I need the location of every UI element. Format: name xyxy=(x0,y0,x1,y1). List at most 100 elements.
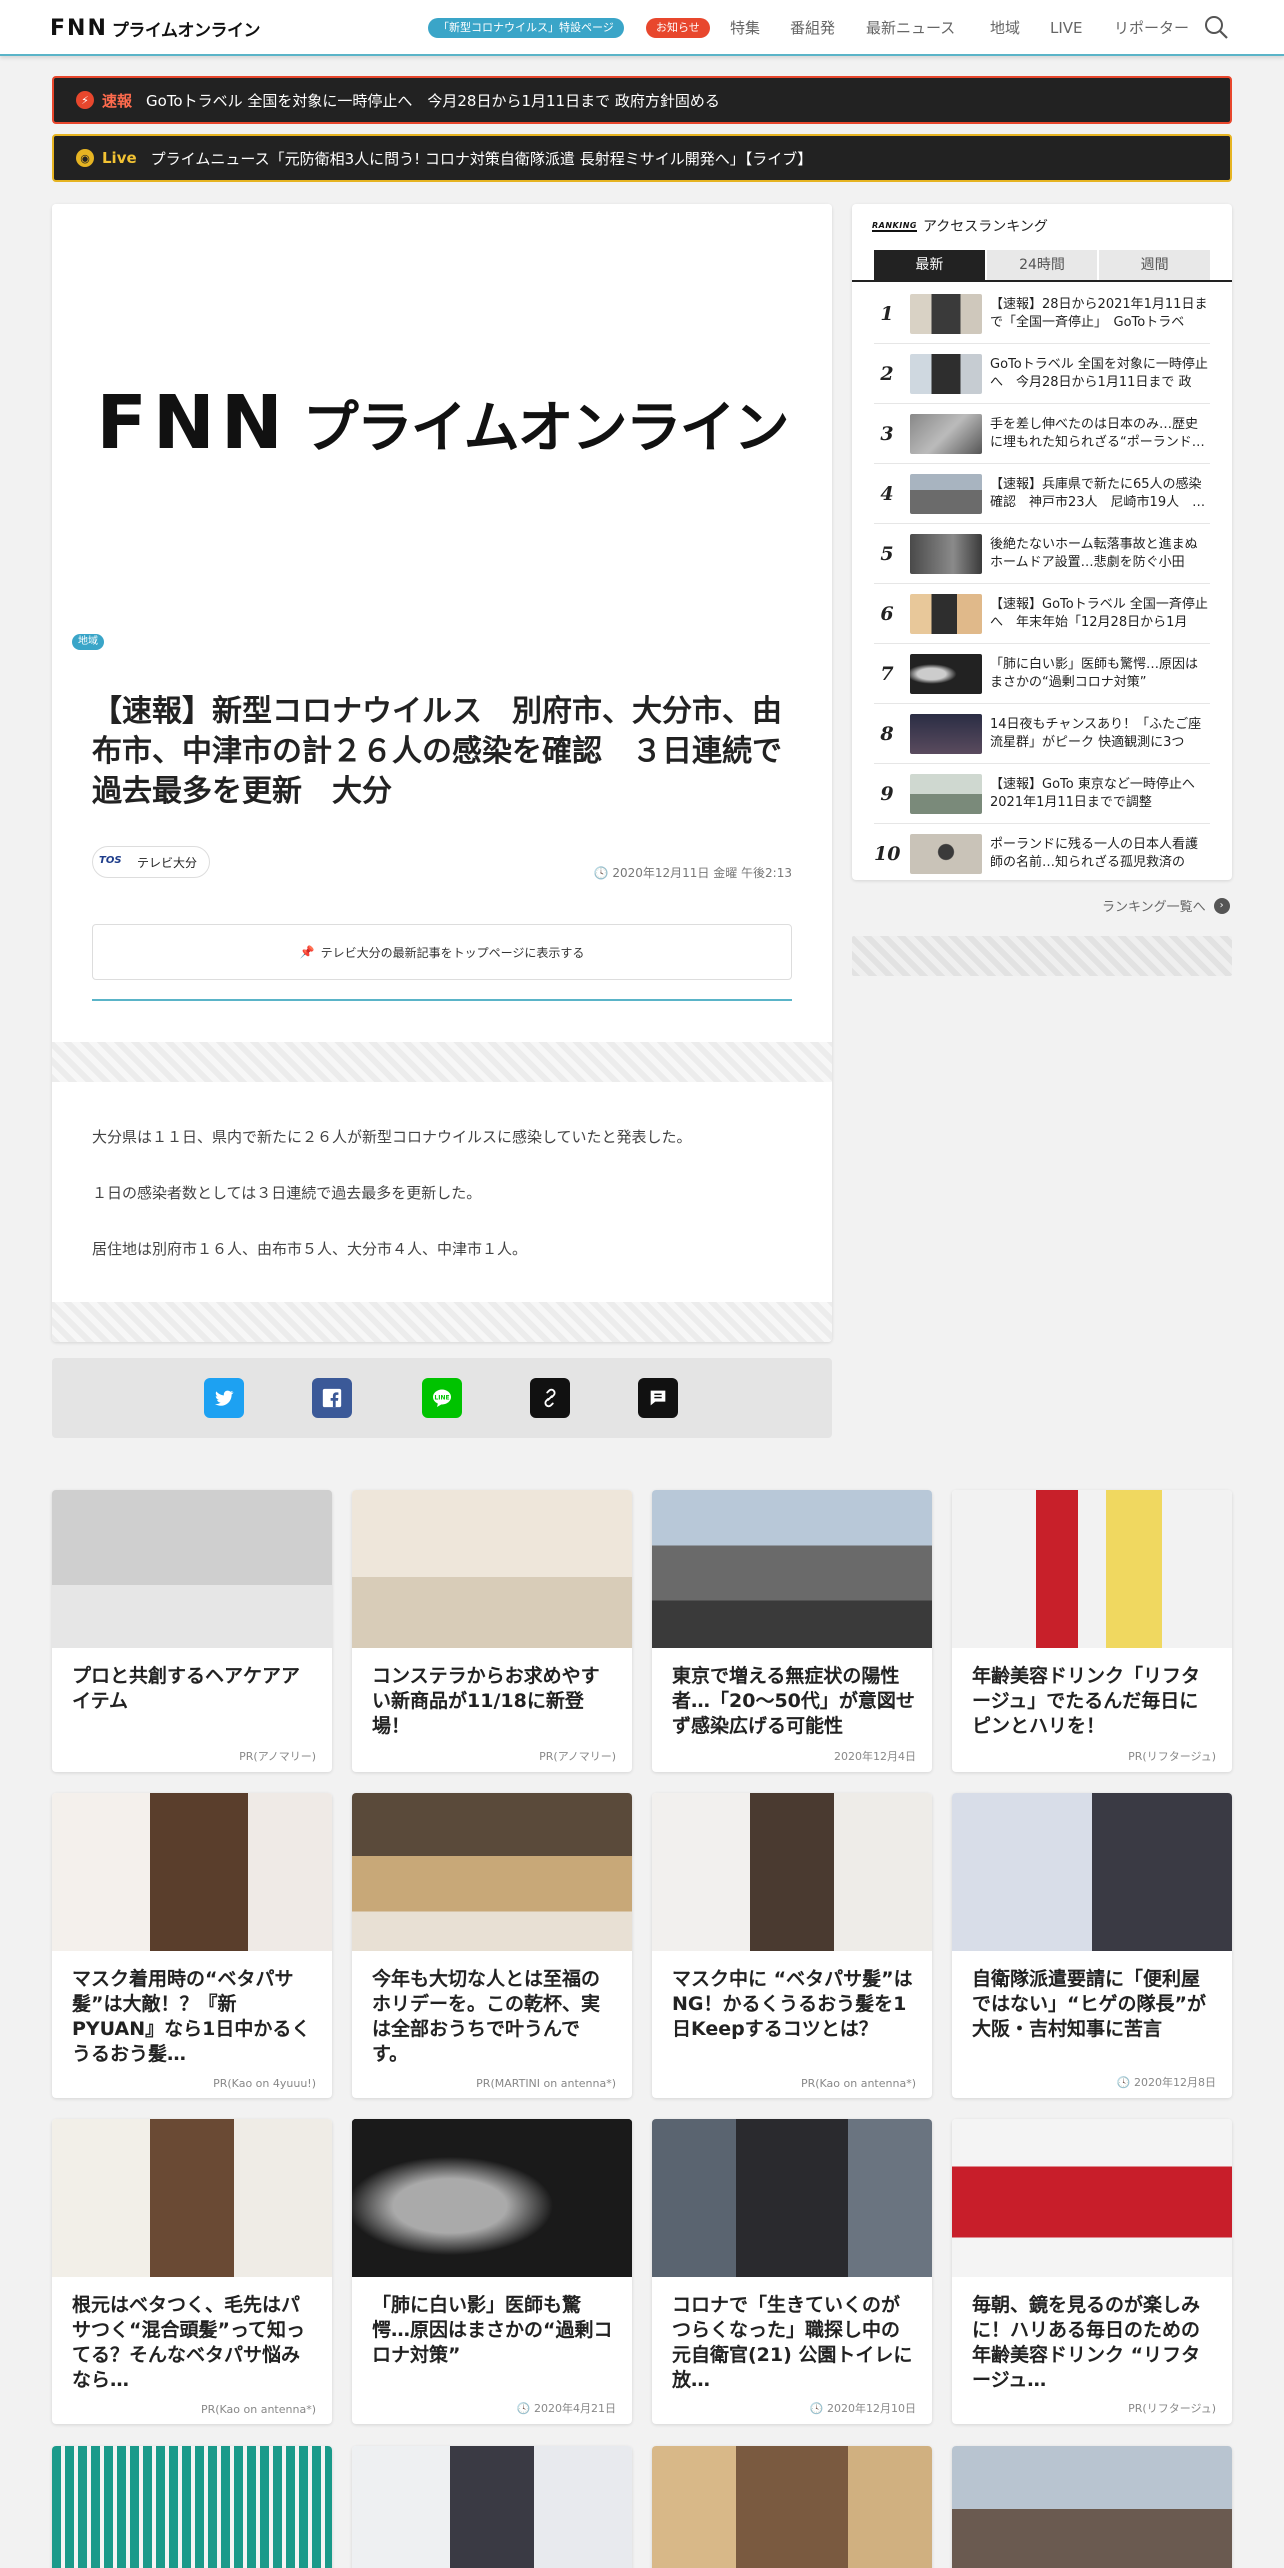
news-card[interactable]: 毎朝、鏡を見るのが楽しみに！ハリある毎日のための年齢美容ドリンク “リフタージュ… xyxy=(952,2119,1232,2424)
live-eye-icon: ◉ xyxy=(76,149,94,167)
ranking-item[interactable]: 3 手を差し伸べたのは日本のみ…歴史に埋もれた知られざる“ポーランド… xyxy=(874,404,1210,464)
rank-number: 9 xyxy=(880,782,894,805)
ranking-item[interactable]: 2 GoToトラベル 全国を対象に一時停止へ 今月28日から1月11日まで 政府… xyxy=(874,344,1210,404)
card-title: 根元はベタつく、毛先はパサつく“混合頭髪”って知ってる？そんなベタパサ悩みなら… xyxy=(72,2294,306,2391)
ranking-thumbnail xyxy=(910,353,982,394)
nav-region[interactable]: 地域 xyxy=(990,18,1020,38)
card-image xyxy=(952,1793,1232,1951)
card-meta: PR(Kao on 4yuuu!) xyxy=(213,2077,316,2090)
news-card[interactable] xyxy=(352,2446,632,2568)
special-page-link[interactable]: 「新型コロナウイルス」特設ページ xyxy=(428,18,624,38)
card-title: コロナで「生きていくのがつらくなった」職探し中の元自衛官(21) 公園トイレに放… xyxy=(672,2294,913,2391)
card-meta: PR(リフタージュ) xyxy=(1128,2402,1216,2415)
breaking-news-bar[interactable]: ⚡ 速報 GoToトラベル 全国を対象に一時停止へ 今月28日から1月11日まで… xyxy=(52,76,1232,124)
twitter-share-button[interactable] xyxy=(204,1378,244,1418)
card-title: マスク着用時の“ベタパサ髪”は大敵！？『新PYUAN』なら1日中かるくうるおう髪… xyxy=(72,1968,311,2065)
news-card[interactable] xyxy=(652,2446,932,2568)
card-meta: PR(Kao on antenna*) xyxy=(200,2403,316,2416)
facebook-icon xyxy=(322,1388,342,1408)
news-card[interactable]: プロと共創するヘアケアアイテム PR(アノマリー) xyxy=(52,1490,332,1772)
chevron-right-icon: › xyxy=(1213,897,1230,914)
news-card[interactable]: コロナで「生きていくのがつらくなった」職探し中の元自衛官(21) 公園トイレに放… xyxy=(652,2119,932,2424)
breaking-label: 速報 xyxy=(102,91,133,110)
news-card[interactable]: 「肺に白い影」医師も驚愕…原因はまさかの“過剰コロナ対策” 🕓 2020年4月2… xyxy=(352,2119,632,2424)
hero-logo-fnn: FNN xyxy=(96,380,289,466)
news-card[interactable]: 自衛隊派遣要請に「便利屋ではない」“ヒゲの隊長”が大阪・吉村知事に苦言 🕓 20… xyxy=(952,1793,1232,2098)
flash-icon: ⚡ xyxy=(76,91,94,109)
line-icon: LINE xyxy=(433,1389,451,1407)
clock-icon: 🕓 xyxy=(809,2402,827,2415)
card-meta: 🕓 2020年12月10日 xyxy=(810,2400,916,2416)
news-card[interactable] xyxy=(52,2446,332,2568)
news-card[interactable]: 根元はベタつく、毛先はパサつく“混合頭髪”って知ってる？そんなベタパサ悩みなら…… xyxy=(52,2119,332,2424)
nav-live[interactable]: LIVE xyxy=(1050,18,1083,38)
ranking-item[interactable]: 6 【速報】GoToトラベル 全国一斉停止へ 年末年始「12月28日から1月11… xyxy=(874,584,1210,644)
copy-link-button[interactable] xyxy=(530,1378,570,1418)
card-image xyxy=(352,2446,632,2568)
share-bar: LINE xyxy=(52,1358,832,1438)
rank-number: 8 xyxy=(880,722,894,745)
hero-logo: FNN プライムオンライン xyxy=(96,380,790,466)
hero-image: FNN プライムオンライン xyxy=(52,204,832,642)
news-card[interactable]: 東京で増える無症状の陽性者…「20～50代」が意図せず感染広げる可能性 2020… xyxy=(652,1490,932,1772)
source-badge[interactable]: TOS テレビ大分 xyxy=(92,846,211,878)
ranking-thumbnail xyxy=(910,653,982,694)
card-meta: 🕓 2020年12月8日 xyxy=(1117,2074,1216,2090)
rank-number: 7 xyxy=(880,662,894,685)
news-card[interactable] xyxy=(952,2446,1232,2568)
card-image xyxy=(652,1793,932,1951)
line-share-button[interactable]: LINE xyxy=(422,1378,462,1418)
live-news-bar[interactable]: ◉ Live プライムニュース「元防衛相3人に問う! コロナ対策自衛隊派遣 長射… xyxy=(52,134,1232,182)
news-card[interactable]: 年齢美容ドリンク「リフタージュ」でたるんだ毎日にピンとハリを！ PR(リフタージ… xyxy=(952,1490,1232,1772)
clock-icon: 🕓 xyxy=(516,2402,534,2415)
nav-latest-news[interactable]: 最新ニュース xyxy=(866,18,955,38)
category-tag[interactable]: 地域 xyxy=(72,634,104,650)
ranking-more-link[interactable]: ランキング一覧へ › xyxy=(1102,896,1230,915)
notice-link[interactable]: お知らせ xyxy=(646,18,710,38)
search-icon[interactable] xyxy=(1203,14,1229,40)
divider xyxy=(92,999,792,1001)
site-logo[interactable]: FNN プライムオンライン xyxy=(50,15,261,41)
card-image xyxy=(652,1490,932,1648)
logo-fnn: FNN xyxy=(50,15,108,41)
nav-reporter[interactable]: リポーター xyxy=(1114,18,1189,38)
comment-button[interactable] xyxy=(638,1378,678,1418)
card-meta: 🕓 2020年4月21日 xyxy=(517,2400,616,2416)
ranking-more-label: ランキング一覧へ xyxy=(1102,900,1206,915)
pin-icon: 📌 xyxy=(299,945,315,959)
ranking-badge: RANKING xyxy=(872,220,917,232)
clock-icon: 🕓 xyxy=(1116,2076,1134,2089)
rank-number: 1 xyxy=(880,302,894,325)
ranking-item[interactable]: 10 ポーランドに残る一人の日本人看護師の名前…知られざる孤児救済の裏… xyxy=(874,824,1210,884)
pin-to-top-button[interactable]: 📌 テレビ大分の最新記事をトップページに表示する xyxy=(92,924,792,980)
ranking-thumbnail xyxy=(910,593,982,634)
tab-weekly[interactable]: 週間 xyxy=(1099,250,1211,280)
ranking-item[interactable]: 4 【速報】兵庫県で新たに65人の感染確認 神戸市23人 尼崎市19人 … xyxy=(874,464,1210,524)
ranking-item[interactable]: 1 【速報】28日から2021年1月11日まで「全国一斉停止」 GoToトラベル… xyxy=(874,284,1210,344)
card-meta: PR(リフタージュ) xyxy=(1128,1750,1216,1763)
sidebar-ad-placeholder xyxy=(852,936,1232,976)
tab-latest[interactable]: 最新 xyxy=(874,250,985,280)
news-card[interactable]: 今年も大切な人とは至福のホリデーを。この乾杯、実は全部おうちで叶うんです。 PR… xyxy=(352,1793,632,2098)
facebook-share-button[interactable] xyxy=(312,1378,352,1418)
card-meta: PR(アノマリー) xyxy=(539,1750,616,1763)
news-card[interactable]: マスク中に “ベタパサ髪”はNG！かるくうるおう髪を1日Keepするコツとは？ … xyxy=(652,1793,932,2098)
card-title: 年齢美容ドリンク「リフタージュ」でたるんだ毎日にピンとハリを！ xyxy=(972,1665,1201,1737)
ranking-headline: 【速報】GoToトラベル 全国一斉停止へ 年末年始「12月28日から1月11… xyxy=(990,596,1208,630)
card-title: コンステラからお求めやすい新商品が11/18に新登場！ xyxy=(372,1665,600,1737)
ranking-item[interactable]: 7 「肺に白い影」医師も驚愕…原因はまさかの“過剰コロナ対策” xyxy=(874,644,1210,704)
ranking-headline: 【速報】28日から2021年1月11日まで「全国一斉停止」 GoToトラベル… xyxy=(990,296,1208,330)
article-card: FNN プライムオンライン 地域 【速報】新型コロナウイルス 別府市、大分市、由… xyxy=(52,204,832,1342)
tab-24h[interactable]: 24時間 xyxy=(986,250,1098,280)
nav-features[interactable]: 特集 xyxy=(730,18,760,38)
ranking-item[interactable]: 9 【速報】GoTo 東京など一時停止へ 2021年1月11日までで調整 xyxy=(874,764,1210,824)
pin-button-label: テレビ大分の最新記事をトップページに表示する xyxy=(320,945,585,960)
news-card[interactable]: マスク着用時の“ベタパサ髪”は大敵！？『新PYUAN』なら1日中かるくうるおう髪… xyxy=(52,1793,332,2098)
hero-logo-jp: プライムオンライン xyxy=(302,395,790,461)
nav-programs[interactable]: 番組発 xyxy=(790,18,835,38)
news-card[interactable]: コンステラからお求めやすい新商品が11/18に新登場！ PR(アノマリー) xyxy=(352,1490,632,1772)
card-image xyxy=(952,2446,1232,2568)
ranking-item[interactable]: 8 14日夜もチャンスあり！「ふたご座流星群」がピーク 快適観測に3つの… xyxy=(874,704,1210,764)
card-title: マスク中に “ベタパサ髪”はNG！かるくうるおう髪を1日Keepするコツとは？ xyxy=(672,1968,913,2040)
ranking-item[interactable]: 5 後絶たないホーム転落事故と進まぬホームドア設置…悲劇を防ぐ小田急… xyxy=(874,524,1210,584)
